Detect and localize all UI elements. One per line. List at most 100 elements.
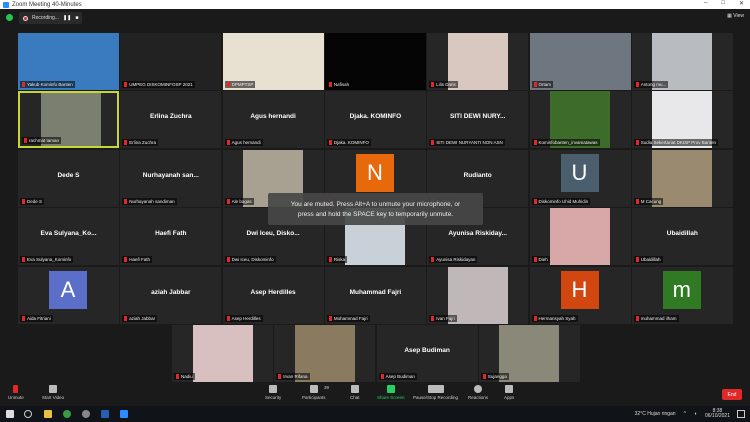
participant-name-label: Aida Fitriani	[20, 314, 53, 322]
participant-name-label: muhammad ilham	[633, 314, 679, 322]
participant-tile[interactable]: Eva Sulyana_Ko... Eva Sulyana_Kominfo	[18, 208, 119, 266]
chrome-icon[interactable]	[63, 410, 71, 418]
participant-tile[interactable]: Antong mu...	[631, 33, 733, 90]
unmute-label: Unmute	[8, 395, 24, 400]
pause-stop-recording-button[interactable]: Pause/Stop Recording	[413, 385, 458, 400]
participant-name-label: SITI DEWI NURYANTI NON ASN	[429, 139, 505, 147]
participant-tile[interactable]: Haefi Fath Haefi Fath	[120, 208, 222, 266]
participant-avatar: U	[560, 153, 599, 192]
notifications-icon[interactable]	[737, 410, 745, 418]
muted-mic-icon	[431, 315, 435, 321]
participant-name: Lilis Daris	[436, 82, 456, 87]
participant-name: Nurhayanah sandiman	[129, 198, 175, 204]
participant-tile[interactable]: Kominfobanten_invamatawas	[529, 91, 631, 149]
view-button[interactable]: ▦ View	[727, 13, 744, 19]
apps-button[interactable]: Apps	[504, 385, 514, 400]
participant-name-label: Sujangga	[480, 373, 509, 380]
participant-display-name: Ayunisa Riskiday...	[448, 230, 507, 238]
participant-name: Ortam	[538, 82, 552, 87]
participant-tile[interactable]: Djaka. KOMINFO Djaka. KOMINFO	[324, 91, 426, 149]
participant-tile[interactable]: A Aida Fitriani	[18, 266, 119, 324]
chevron-up-icon[interactable]: ^	[684, 411, 686, 417]
shield-icon	[269, 385, 278, 393]
participant-tile[interactable]: Ivan Fajri	[427, 266, 529, 324]
maximize-button[interactable]: □	[721, 0, 725, 7]
muted-mic-icon	[176, 374, 179, 379]
muted-mic-icon	[278, 374, 282, 379]
participant-tile[interactable]: Irvan Rifana	[274, 325, 376, 382]
participant-tile[interactable]: Asep Herdilles Asep Herdilles	[222, 266, 324, 324]
participant-tile[interactable]: Yakub Kominfo Banten	[18, 33, 119, 90]
title-bar: Zoom Meeting 40-Minutes – □ ✕	[0, 0, 750, 9]
search-icon[interactable]	[24, 410, 32, 418]
participant-name: aziah Jabbar	[129, 315, 156, 321]
participant-tile[interactable]: Nafisah	[324, 33, 426, 90]
participant-name-label: Sudia Sekertariat DKISP Prov Banten	[633, 139, 719, 147]
close-button[interactable]: ✕	[739, 0, 744, 7]
participant-display-name: Asep Herdilles	[250, 288, 296, 296]
muted-mic-icon	[431, 82, 435, 87]
participant-name: Ubaidillah	[640, 257, 661, 263]
end-meeting-button[interactable]: End	[722, 389, 742, 400]
stop-recording-button[interactable]: ■	[75, 15, 78, 21]
clock[interactable]: 8:38 06/10/2021	[705, 409, 730, 419]
windows-start-icon[interactable]	[6, 410, 14, 418]
participant-tile[interactable]: Ubaidillah Ubaidillah	[631, 208, 733, 266]
participant-tile[interactable]: aziah Jabbar aziah Jabbar	[120, 266, 222, 324]
participant-avatar: A	[49, 270, 87, 309]
participant-tile[interactable]: Dieh	[529, 208, 631, 266]
participant-tile[interactable]: Sudia Sekertariat DKISP Prov Banten	[631, 91, 733, 149]
participant-tile[interactable]: Nadiu	[172, 325, 273, 382]
pause-recording-button[interactable]: ❚❚	[63, 15, 71, 21]
participant-tile[interactable]: rachmat taman	[18, 91, 119, 149]
muted-mic-icon	[22, 82, 25, 87]
speaker-icon[interactable]: ◖	[694, 411, 697, 417]
participant-tile[interactable]: H Hermansyah Syah	[529, 266, 631, 324]
muted-line-1: You are muted. Press Alt+A to unmute you…	[290, 201, 461, 208]
participant-name: SITI DEWI NURYANTI NON ASN	[436, 140, 503, 146]
start-video-button[interactable]: Start Video	[42, 385, 64, 400]
participant-tile[interactable]: M Cacung	[631, 149, 733, 207]
participant-tile[interactable]: Muhammad Fajri Muhammad Fajri	[324, 266, 426, 324]
participant-tile[interactable]: Erlina Zuchra Erlina Zuchra	[120, 91, 222, 149]
participant-tile[interactable]: Asep Budiman Asep Budiman	[376, 325, 478, 382]
recording-label: Recording...	[32, 15, 59, 21]
participant-tile[interactable]: Ortam	[529, 33, 631, 90]
muted-mic-icon	[226, 140, 230, 146]
participant-display-name: Dwi Iceu, Disko...	[246, 230, 300, 238]
participant-tile[interactable]: SITI DEWI NURY... SITI DEWI NURYANTI NON …	[427, 91, 529, 149]
unmute-button[interactable]: Unmute	[8, 385, 24, 400]
participant-tile[interactable]: UMPEG DISKOMINFOSP 2021	[120, 33, 222, 90]
participant-name-label: Ivan Fajri	[429, 314, 457, 322]
chat-button[interactable]: Chat	[350, 385, 360, 400]
minimize-button[interactable]: –	[704, 0, 707, 7]
encryption-shield-icon[interactable]	[6, 14, 13, 21]
share-screen-button[interactable]: Share Screen	[377, 385, 405, 400]
muted-mic-icon	[431, 140, 435, 146]
participants-button[interactable]: Participants 39	[302, 385, 329, 400]
participant-tile[interactable]: Dede S Dede S	[18, 149, 119, 207]
zoom-taskbar-icon[interactable]	[120, 410, 128, 418]
participant-name-label: aziah Jabbar	[122, 314, 158, 322]
participant-name: UMPEG DISKOMINFOSP 2021	[129, 82, 193, 87]
participant-tile[interactable]: U Diskominfo Uhid Muhidin	[529, 149, 631, 207]
participant-tile[interactable]: Agus hernandi Agus hernandi	[222, 91, 324, 149]
participant-tile[interactable]: Lilis Daris	[427, 33, 529, 90]
participant-name-label: Erlina Zuchra	[122, 139, 159, 147]
security-button[interactable]: Security	[265, 385, 281, 400]
participant-tile[interactable]: DPMPTSP	[222, 33, 324, 90]
reactions-button[interactable]: Reactions	[468, 385, 488, 400]
participant-tile[interactable]: Sujangga	[478, 325, 580, 382]
participant-name: rachmat taman	[29, 138, 60, 144]
app-icon[interactable]	[82, 410, 90, 418]
participant-tile[interactable]: Nurhayanah san... Nurhayanah sandiman	[120, 149, 222, 207]
muted-mic-icon	[124, 140, 128, 146]
file-explorer-icon[interactable]	[44, 410, 52, 418]
participant-name-label: Haefi Fath	[122, 256, 153, 264]
participant-tile[interactable]: m muhammad ilham	[631, 266, 733, 324]
weather-widget[interactable]: 32°C Hujan ringan	[635, 411, 676, 417]
participant-name: Antong mu...	[640, 82, 667, 87]
participant-name-label: Djaka. KOMINFO	[326, 139, 371, 147]
participant-name: Ayunisa Riskidayan	[436, 257, 476, 263]
photoshop-icon[interactable]	[101, 410, 109, 418]
